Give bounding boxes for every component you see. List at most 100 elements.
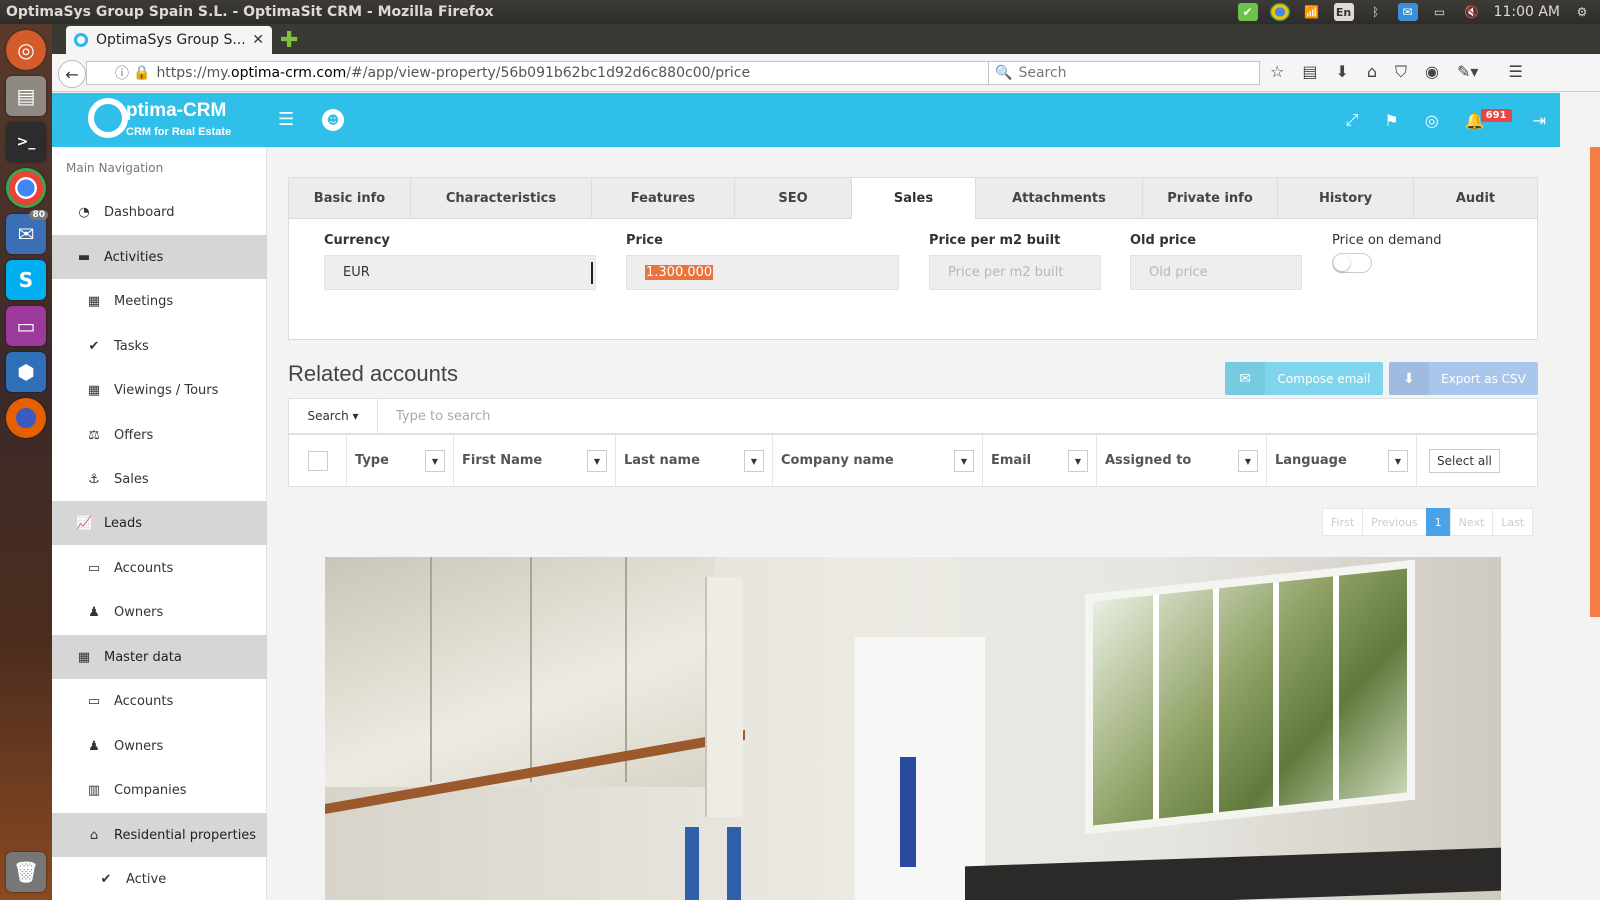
sidebar-item-meetings[interactable]: ▦ Meetings [52,279,267,323]
sidebar-item-sales[interactable]: ⚓ Sales [52,457,267,501]
trash-icon[interactable]: 🗑 [6,852,46,892]
home-icon[interactable]: ⌂ [1367,62,1377,82]
check-icon[interactable]: ✔ [1237,3,1258,21]
sidebar-item-offers[interactable]: ⚖ Offers [52,413,267,457]
close-tab-icon[interactable]: ✕ [252,32,264,48]
fullscreen-icon[interactable]: ⤢ [1346,110,1359,130]
page-previous[interactable]: Previous [1362,508,1426,536]
window-app-icon[interactable]: ▭ [6,306,46,346]
compose-email-button[interactable]: ✉ Compose email [1225,362,1383,395]
sidebar-item-residential-properties[interactable]: ⌂ Residential properties [52,813,267,857]
sidebar-item-leads[interactable]: 📈 Leads [52,501,267,545]
user-avatar[interactable]: ☻ [322,109,344,131]
extension-dropdown-icon[interactable]: ✎▾ [1457,62,1478,82]
page-first[interactable]: First [1322,508,1363,536]
tab-features[interactable]: Features [591,177,734,219]
sidebar-item-dashboard[interactable]: ◔ Dashboard [52,190,267,234]
tab-audit[interactable]: Audit [1413,177,1538,219]
bluetooth-icon[interactable]: ᛒ [1366,3,1386,21]
sidebar-item-master-owners[interactable]: ♟ Owners [52,724,267,768]
column-dropdown-icon[interactable]: ▼ [1388,450,1408,472]
ubuntu-dash-icon[interactable]: ◎ [6,30,46,70]
sidebar-item-master-data[interactable]: ▦ Master data [52,635,267,679]
extension-icon[interactable]: ◉ [1425,62,1439,82]
pocket-icon[interactable]: ⛉ [1395,62,1407,82]
export-csv-button[interactable]: ⬇ Export as CSV [1389,362,1538,395]
tab-basic-info[interactable]: Basic info [288,177,410,219]
bookmark-star-icon[interactable]: ☆ [1270,62,1284,82]
back-icon[interactable]: ← [58,60,86,88]
price-on-demand-toggle[interactable] [1332,253,1372,273]
chrome-icon[interactable] [1269,3,1290,21]
terminal-icon[interactable]: >_ [6,122,46,162]
hamburger-menu-icon[interactable]: ☰ [1508,62,1522,82]
old-price-input[interactable]: Old price [1130,255,1302,290]
page-current[interactable]: 1 [1425,508,1450,536]
column-type[interactable]: Type ▼ [347,435,454,486]
optima-crm-logo[interactable]: ptima-CRM CRM for Real Estate [88,98,234,142]
column-assigned-to[interactable]: Assigned to ▼ [1097,435,1267,486]
price-input[interactable]: 1.300.000 [626,255,899,290]
sidebar-item-activities[interactable]: ▬ Activities [52,235,267,279]
price-per-m2-input[interactable]: Price per m2 built [929,255,1101,290]
sidebar-item-companies[interactable]: ▥ Companies [52,768,267,812]
tab-seo[interactable]: SEO [734,177,851,219]
page-scrollbar[interactable] [1590,147,1600,900]
sidebar-item-lead-owners[interactable]: ♟ Owners [52,590,267,634]
column-dropdown-icon[interactable]: ▼ [1068,450,1088,472]
checkbox[interactable] [307,450,328,471]
volume-mute-icon[interactable]: 🔇 [1462,3,1482,21]
column-dropdown-icon[interactable]: ▼ [425,450,445,472]
page-next[interactable]: Next [1449,508,1493,536]
column-last-name[interactable]: Last name ▼ [616,435,773,486]
browser-search-bar[interactable]: 🔍 Search [988,61,1260,85]
notifications-bell-icon[interactable]: 🔔 691 [1465,108,1512,130]
tab-attachments[interactable]: Attachments [975,177,1142,219]
column-first-name[interactable]: First Name ▼ [454,435,616,486]
thunderbird-icon[interactable]: ✉ 80 [6,210,48,254]
firefox-icon[interactable] [6,398,46,438]
info-icon[interactable]: ⓘ [115,63,129,83]
sidebar-item-master-accounts[interactable]: ▭ Accounts [52,679,267,723]
column-dropdown-icon[interactable]: ▼ [1238,450,1258,472]
column-email[interactable]: Email ▼ [983,435,1097,486]
column-language[interactable]: Language ▼ [1267,435,1417,486]
reading-list-icon[interactable]: ▤ [1302,62,1317,82]
settings-gear-icon[interactable]: ⚙ [1572,3,1592,21]
battery-icon[interactable]: ▭ [1430,3,1450,21]
url-bar[interactable]: ⓘ 🔒 https://my. optima-crm.com/#/app/view… [86,61,1032,85]
skype-icon[interactable]: S [6,260,46,300]
clock[interactable]: 11:00 AM [1494,4,1560,20]
column-dropdown-icon[interactable]: ▼ [587,450,607,472]
scrollbar-thumb[interactable] [1590,147,1600,617]
property-photo[interactable] [325,557,1501,900]
column-dropdown-icon[interactable]: ▼ [954,450,974,472]
column-dropdown-icon[interactable]: ▼ [744,450,764,472]
search-input[interactable]: Type to search [378,399,1537,433]
sidebar-item-active[interactable]: ✔ Active [52,857,267,900]
tab-history[interactable]: History [1277,177,1413,219]
chrome-launcher-icon[interactable] [6,168,46,208]
wifi-icon[interactable]: 📶 [1302,3,1322,21]
sidebar-item-tasks[interactable]: ✔ Tasks [52,324,267,368]
keyboard-layout-indicator[interactable]: En [1333,3,1354,21]
tab-sales[interactable]: Sales [851,177,975,219]
support-icon[interactable]: ◎ [1425,111,1439,130]
logout-icon[interactable]: ⇥ [1533,111,1546,130]
column-company-name[interactable]: Company name ▼ [773,435,983,486]
menu-toggle-icon[interactable]: ☰ [278,109,294,130]
tab-private-info[interactable]: Private info [1142,177,1277,219]
currency-select[interactable]: EUR [324,255,596,290]
page-last[interactable]: Last [1492,508,1534,536]
search-dropdown[interactable]: Search ▾ [289,399,378,433]
file-manager-icon[interactable]: ▤ [6,76,46,116]
download-icon[interactable]: ⬇ [1335,62,1348,82]
flag-icon[interactable]: ⚑ [1384,111,1398,130]
select-all-button[interactable]: Select all [1429,448,1500,473]
new-tab-icon[interactable]: ✚ [280,28,298,53]
mail-icon[interactable]: ✉ [1397,3,1418,21]
browser-tab[interactable]: OptimaSys Group S... ✕ [66,26,272,54]
sidebar-item-viewings-tours[interactable]: ▦ Viewings / Tours [52,368,267,412]
sidebar-item-lead-accounts[interactable]: ▭ Accounts [52,546,267,590]
tab-characteristics[interactable]: Characteristics [410,177,591,219]
